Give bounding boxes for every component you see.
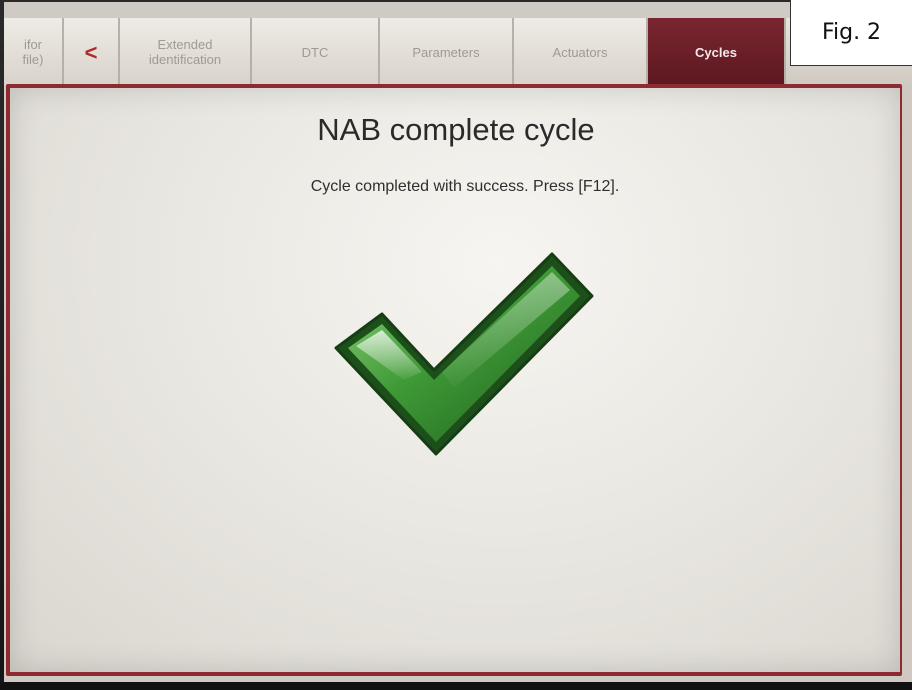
tab-label: DTC — [301, 44, 329, 60]
photo-frame: ifor file) < Extended identification DTC… — [0, 0, 912, 690]
figure-label: Fig. 2 — [790, 0, 912, 66]
bottom-bezel — [0, 682, 912, 690]
tab-label: Cycles — [695, 44, 737, 60]
tab-bar: ifor file) < Extended identification DTC… — [4, 18, 912, 86]
tab-label: Parameters — [412, 44, 480, 60]
dialog-title: NAB complete cycle — [317, 112, 595, 147]
back-tab[interactable]: < — [64, 18, 120, 86]
tab-actuators[interactable]: Actuators — [514, 18, 648, 86]
tab-label: Extended identification — [148, 37, 222, 67]
tab-info-file[interactable]: ifor file) — [4, 18, 64, 86]
dialog-message: Cycle completed with success. Press [F12… — [310, 178, 620, 195]
tab-label: ifor file) — [22, 37, 44, 67]
tab-cycles[interactable]: Cycles — [648, 18, 786, 86]
tab-label: Actuators — [552, 44, 608, 60]
tab-parameters[interactable]: Parameters — [380, 18, 514, 86]
screen-edge — [902, 84, 912, 684]
chevron-left-icon: < — [84, 39, 98, 65]
tab-extended-identification[interactable]: Extended identification — [120, 18, 252, 86]
tab-dtc[interactable]: DTC — [252, 18, 380, 86]
checkmark-icon — [334, 252, 594, 456]
